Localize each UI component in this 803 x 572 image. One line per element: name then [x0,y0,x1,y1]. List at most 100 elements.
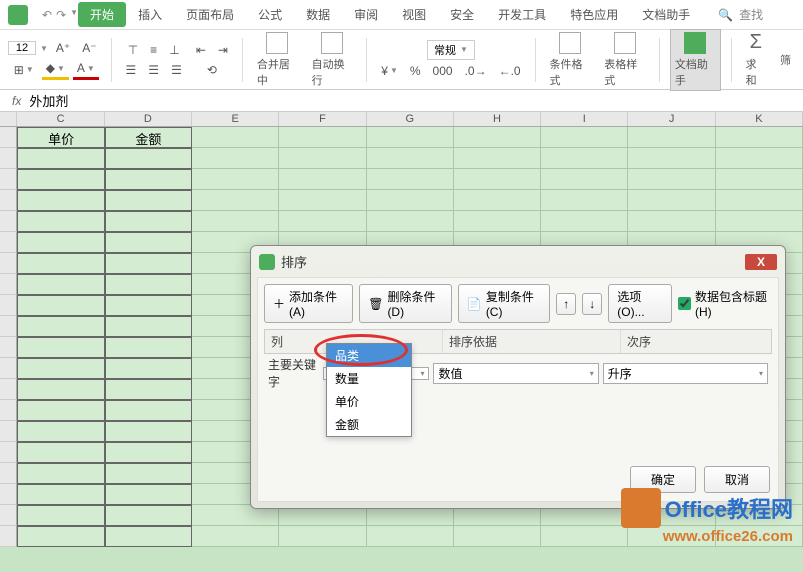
dropdown-item-category[interactable]: 品类 [327,344,411,367]
font-color-icon[interactable]: A▼ [73,59,99,80]
col-header-f[interactable]: F [279,112,366,126]
table-cell[interactable] [105,337,192,358]
table-cell[interactable] [17,253,104,274]
col-header-c[interactable]: C [17,112,104,126]
table-style-button[interactable]: 表格样式 [600,30,649,90]
table-cell[interactable] [105,526,192,547]
col-header-i[interactable]: I [541,112,628,126]
table-cell[interactable] [105,463,192,484]
table-cell[interactable] [628,127,715,148]
row-header[interactable] [0,295,17,316]
increase-font-icon[interactable]: A⁺ [52,39,74,57]
add-condition-button[interactable]: ＋添加条件(A) [264,284,353,323]
tab-data[interactable]: 数据 [294,2,342,27]
table-cell[interactable] [367,190,454,211]
col-header-e[interactable]: E [192,112,279,126]
row-header[interactable] [0,190,17,211]
indent-decrease-icon[interactable]: ⇤ [192,41,210,59]
col-header-d[interactable]: D [105,112,192,126]
table-cell[interactable] [192,526,279,547]
sum-button[interactable]: Σ 求和 [742,29,770,90]
row-header[interactable] [0,400,17,421]
fx-label[interactable]: fx [12,94,21,108]
row-header[interactable] [0,526,17,547]
row-header[interactable] [0,421,17,442]
table-cell[interactable] [17,274,104,295]
number-format-combo[interactable]: 常规 ▼ [427,40,475,60]
tab-dochelper[interactable]: 文档助手 [630,2,702,27]
table-cell[interactable] [192,148,279,169]
table-cell[interactable] [367,169,454,190]
table-cell[interactable] [105,169,192,190]
filter-button[interactable]: 筛 [776,50,795,70]
col-header[interactable] [0,112,17,126]
dec-decimal-icon[interactable]: ←.0 [495,62,525,80]
row-header[interactable] [0,337,17,358]
percent-icon[interactable]: % [406,62,425,80]
cell-header-amount[interactable]: 金额 [105,127,192,148]
tab-insert[interactable]: 插入 [126,2,174,27]
sort-basis-combo[interactable]: 数值▾ [433,363,598,384]
table-cell[interactable] [17,211,104,232]
row-header[interactable] [0,379,17,400]
redo-icon[interactable]: ↷ [56,8,66,22]
row-header[interactable] [0,463,17,484]
tab-layout[interactable]: 页面布局 [174,2,246,27]
delete-condition-button[interactable]: 🗑删除条件(D) [359,284,452,323]
formula-input[interactable] [29,93,799,108]
table-cell[interactable] [105,505,192,526]
row-header[interactable] [0,505,17,526]
table-cell[interactable] [105,379,192,400]
table-cell[interactable] [454,190,541,211]
tab-formula[interactable]: 公式 [246,2,294,27]
copy-condition-button[interactable]: 📄复制条件(C) [458,284,550,323]
table-cell[interactable] [192,190,279,211]
dialog-titlebar[interactable]: 排序 X [251,246,785,277]
orientation-icon[interactable]: ⟲ [203,61,221,79]
table-cell[interactable] [105,253,192,274]
move-up-button[interactable]: ↑ [556,293,576,315]
table-cell[interactable] [541,127,628,148]
table-cell[interactable] [17,169,104,190]
sort-order-combo[interactable]: 升序▾ [603,363,768,384]
inc-decimal-icon[interactable]: .0→ [461,62,491,80]
table-cell[interactable] [105,400,192,421]
table-cell[interactable] [17,148,104,169]
table-cell[interactable] [17,337,104,358]
table-cell[interactable] [716,190,803,211]
align-left-icon[interactable]: ☰ [122,61,141,79]
align-top-icon[interactable]: ⊤ [124,41,142,59]
row-header[interactable] [0,253,17,274]
wrap-text-button[interactable]: 自动换行 [308,30,357,90]
row-header[interactable] [0,127,17,148]
cell-header-price[interactable]: 单价 [17,127,104,148]
indent-increase-icon[interactable]: ⇥ [214,41,232,59]
border-icon[interactable]: ⊞▼ [10,61,38,79]
close-button[interactable]: X [745,254,777,270]
table-cell[interactable] [17,358,104,379]
tab-security[interactable]: 安全 [438,2,486,27]
table-cell[interactable] [17,463,104,484]
undo-dropdown-icon[interactable]: ▼ [70,8,78,22]
table-cell[interactable] [17,295,104,316]
doc-helper-button[interactable]: 文档助手 [670,29,721,91]
row-header[interactable] [0,358,17,379]
table-cell[interactable] [628,190,715,211]
table-cell[interactable] [279,169,366,190]
table-cell[interactable] [541,211,628,232]
search-box[interactable]: 🔍 查找 [718,6,763,23]
table-cell[interactable] [17,400,104,421]
table-cell[interactable] [17,421,104,442]
row-header[interactable] [0,274,17,295]
dropdown-item-amount[interactable]: 金额 [327,413,411,436]
row-header[interactable] [0,169,17,190]
table-cell[interactable] [279,526,366,547]
has-header-input[interactable] [678,297,691,310]
table-cell[interactable] [628,169,715,190]
align-middle-icon[interactable]: ≡ [146,41,161,59]
row-header[interactable] [0,232,17,253]
col-header-g[interactable]: G [367,112,454,126]
table-cell[interactable] [454,148,541,169]
table-cell[interactable] [628,148,715,169]
table-cell[interactable] [105,295,192,316]
